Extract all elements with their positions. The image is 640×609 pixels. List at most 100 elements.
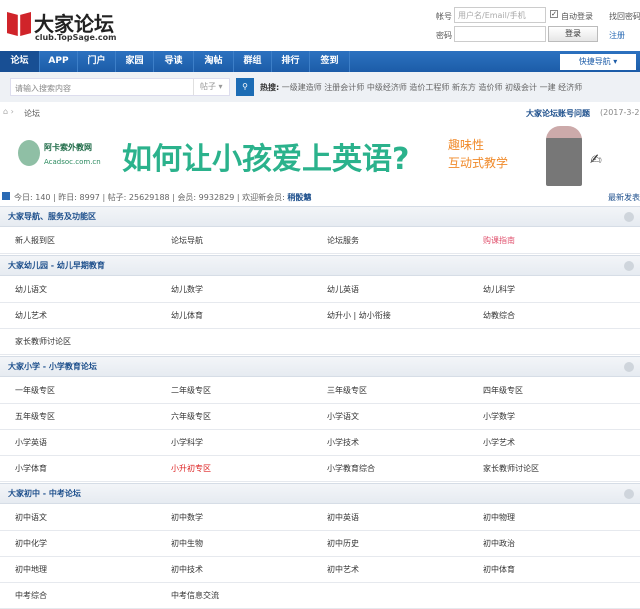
forum-link[interactable]: 初中地理 bbox=[15, 557, 47, 583]
nav-checkin[interactable]: 签到 bbox=[310, 51, 350, 72]
collapse-icon[interactable] bbox=[624, 261, 634, 271]
hot-link[interactable]: 造价工程师 bbox=[409, 83, 449, 92]
section-header[interactable]: 大家导航、服务及功能区 bbox=[0, 206, 640, 227]
forum-row: 一年级专区 二年级专区 三年级专区 四年级专区 bbox=[0, 378, 640, 404]
quick-nav-button[interactable]: 快捷导航 ▾ bbox=[560, 54, 636, 70]
forum-link[interactable]: 小学艺术 bbox=[483, 430, 515, 456]
forum-link[interactable]: 新人报到区 bbox=[15, 228, 55, 254]
forum-link[interactable]: 初中艺术 bbox=[327, 557, 359, 583]
search-icon[interactable]: ⚲ bbox=[236, 78, 254, 96]
forum-link[interactable]: 初中政治 bbox=[483, 531, 515, 557]
nav-collections[interactable]: 淘帖 bbox=[194, 51, 234, 72]
forum-link[interactable]: 初中体育 bbox=[483, 557, 515, 583]
hot-link[interactable]: 经济师 bbox=[558, 83, 582, 92]
forum-link[interactable]: 小学教育综合 bbox=[327, 456, 375, 482]
hot-link[interactable]: 新东方 bbox=[452, 83, 476, 92]
forum-link[interactable]: 小学技术 bbox=[327, 430, 359, 456]
notice-date: (2017-3-2) bbox=[600, 108, 640, 117]
forum-link[interactable]: 二年级专区 bbox=[171, 378, 211, 404]
forum-link[interactable]: 初中数学 bbox=[171, 505, 203, 531]
forum-link[interactable]: 初中技术 bbox=[171, 557, 203, 583]
find-password-link[interactable]: 找回密码 bbox=[609, 11, 640, 22]
forum-link[interactable]: 一年级专区 bbox=[15, 378, 55, 404]
search-input[interactable]: 请输入搜索内容 帖子 ▾ bbox=[10, 78, 230, 96]
password-label: 密码 bbox=[436, 31, 452, 40]
collapse-icon[interactable] bbox=[624, 362, 634, 372]
section-title[interactable]: 大家初中 - 中考论坛 bbox=[8, 489, 81, 498]
nav-app[interactable]: APP bbox=[40, 51, 78, 72]
forum-link[interactable]: 小学科学 bbox=[171, 430, 203, 456]
forum-link[interactable]: 中考信息交流 bbox=[171, 583, 219, 609]
forum-link[interactable]: 初中生物 bbox=[171, 531, 203, 557]
forum-link[interactable]: 小学数学 bbox=[483, 404, 515, 430]
section-header[interactable]: 大家初中 - 中考论坛 bbox=[0, 483, 640, 504]
forum-link[interactable]: 幼儿体育 bbox=[171, 303, 203, 329]
collapse-icon[interactable] bbox=[624, 212, 634, 222]
section-title[interactable]: 大家导航、服务及功能区 bbox=[8, 212, 96, 221]
forum-link[interactable]: 幼儿英语 bbox=[327, 277, 359, 303]
search-type-select[interactable]: 帖子 ▾ bbox=[193, 79, 223, 95]
forum-link[interactable]: 幼儿数学 bbox=[171, 277, 203, 303]
home-icon[interactable]: ⌂ › bbox=[3, 107, 14, 116]
forum-row: 小学体育 小升初专区 小学教育综合 家长教师讨论区 bbox=[0, 456, 640, 482]
forum-link[interactable]: 论坛导航 bbox=[171, 228, 203, 254]
latest-posts-link[interactable]: 最新发表 bbox=[608, 192, 640, 203]
forum-link[interactable]: 小升初专区 bbox=[171, 456, 211, 482]
forum-link[interactable]: 初中化学 bbox=[15, 531, 47, 557]
forum-link[interactable]: 初中英语 bbox=[327, 505, 359, 531]
section-header[interactable]: 大家小学 - 小学教育论坛 bbox=[0, 356, 640, 377]
register-link[interactable]: 注册 bbox=[609, 30, 625, 41]
forum-link[interactable]: 论坛服务 bbox=[327, 228, 359, 254]
forum-link[interactable]: 幼儿科学 bbox=[483, 277, 515, 303]
forum-link[interactable]: 中考综合 bbox=[15, 583, 47, 609]
forum-link[interactable]: 家长教师讨论区 bbox=[15, 329, 71, 355]
nav-ranking[interactable]: 排行 bbox=[272, 51, 310, 72]
new-member-link[interactable]: 稍骰魑 bbox=[287, 193, 311, 202]
breadcrumb-current[interactable]: 论坛 bbox=[24, 108, 40, 119]
forum-link[interactable]: 五年级专区 bbox=[15, 404, 55, 430]
forum-link[interactable]: 六年级专区 bbox=[171, 404, 211, 430]
forum-link[interactable]: 幼升小 | 幼小衔接 bbox=[327, 303, 391, 329]
section-title[interactable]: 大家小学 - 小学教育论坛 bbox=[8, 362, 97, 371]
username-input[interactable]: 用户名/Email/手机 bbox=[454, 7, 546, 23]
forum-link[interactable]: 幼儿语文 bbox=[15, 277, 47, 303]
hot-link[interactable]: 中级经济师 bbox=[367, 83, 407, 92]
forum-link[interactable]: 幼教综合 bbox=[483, 303, 515, 329]
nav-guide[interactable]: 导读 bbox=[154, 51, 194, 72]
search-placeholder: 请输入搜索内容 bbox=[15, 84, 71, 93]
forum-link[interactable]: 购课指南 bbox=[483, 228, 515, 254]
section-header[interactable]: 大家幼儿园 - 幼儿早期教育 bbox=[0, 255, 640, 276]
nav-groups[interactable]: 群组 bbox=[234, 51, 272, 72]
forum-link[interactable]: 初中历史 bbox=[327, 531, 359, 557]
nav-portal[interactable]: 门户 bbox=[78, 51, 116, 72]
ad-brand-url: Acadsoc.com.cn bbox=[44, 158, 101, 166]
forum-link[interactable]: 初中语文 bbox=[15, 505, 47, 531]
collapse-icon[interactable] bbox=[624, 489, 634, 499]
password-input[interactable] bbox=[454, 26, 546, 42]
notice-link[interactable]: 大家论坛账号问题 bbox=[526, 108, 590, 119]
account-label: 帐号 bbox=[436, 12, 452, 21]
section-title[interactable]: 大家幼儿园 - 幼儿早期教育 bbox=[8, 261, 105, 270]
hot-link[interactable]: 一建 bbox=[540, 83, 556, 92]
nav-forum[interactable]: 论坛 bbox=[0, 51, 40, 72]
nav-home[interactable]: 家园 bbox=[116, 51, 154, 72]
stats-icon bbox=[2, 192, 10, 200]
forum-link[interactable]: 小学体育 bbox=[15, 456, 47, 482]
hot-link[interactable]: 初级会计 bbox=[505, 83, 537, 92]
hot-link[interactable]: 注册会计师 bbox=[324, 83, 364, 92]
ad-banner[interactable]: 阿卡索外教网 Acadsoc.com.cn 如何让小孩爱上英语? 趣味性 互动式… bbox=[10, 122, 630, 188]
auto-login-checkbox[interactable]: ✓ bbox=[550, 10, 558, 18]
hot-search: 热搜: 一级建造师 注册会计师 中级经济师 造价工程师 新东方 造价师 初级会计… bbox=[260, 82, 582, 93]
forum-link[interactable]: 初中物理 bbox=[483, 505, 515, 531]
hot-link[interactable]: 造价师 bbox=[478, 83, 502, 92]
logo-icon[interactable] bbox=[7, 12, 31, 36]
login-button[interactable]: 登录 bbox=[548, 26, 598, 42]
forum-link[interactable]: 幼儿艺术 bbox=[15, 303, 47, 329]
forum-link[interactable]: 三年级专区 bbox=[327, 378, 367, 404]
forum-row: 幼儿语文 幼儿数学 幼儿英语 幼儿科学 bbox=[0, 277, 640, 303]
forum-link[interactable]: 小学英语 bbox=[15, 430, 47, 456]
hot-link[interactable]: 一级建造师 bbox=[282, 83, 322, 92]
forum-link[interactable]: 四年级专区 bbox=[483, 378, 523, 404]
forum-link[interactable]: 小学语文 bbox=[327, 404, 359, 430]
forum-link[interactable]: 家长教师讨论区 bbox=[483, 456, 539, 482]
